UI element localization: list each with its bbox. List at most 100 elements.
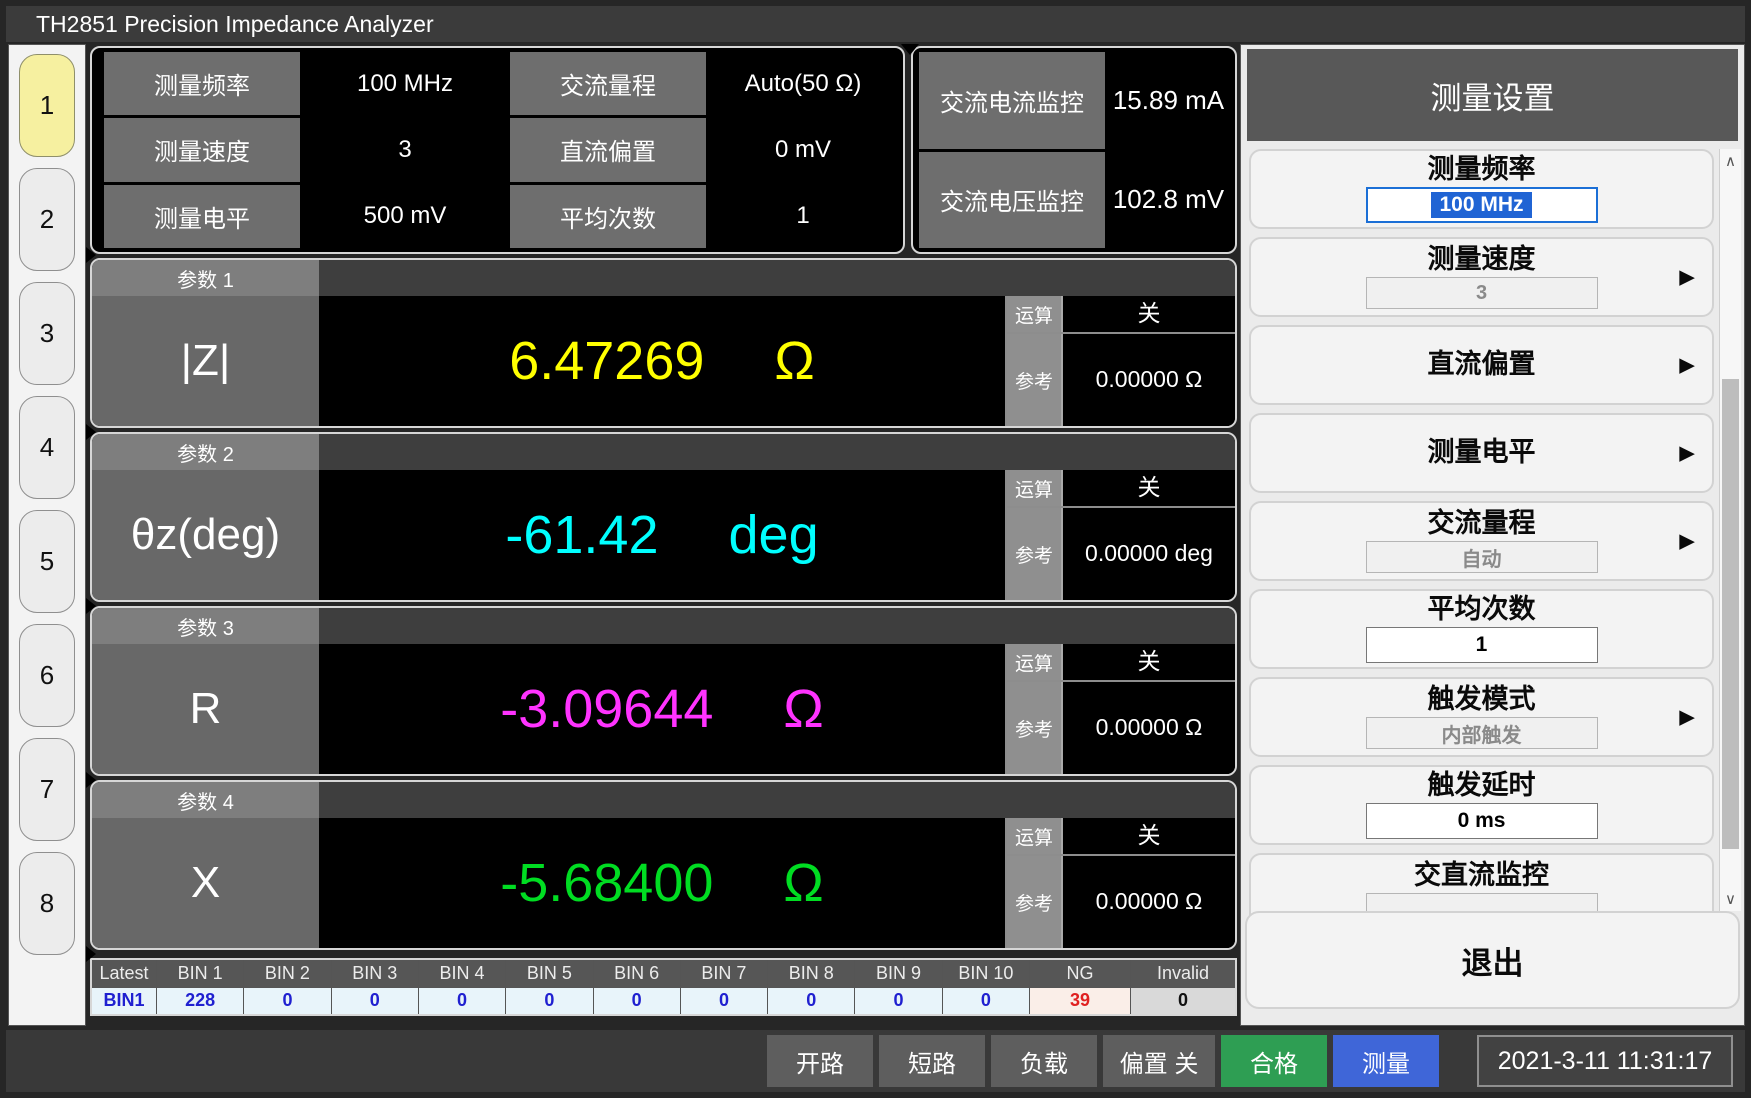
ac-range-value: 自动 xyxy=(1366,541,1598,573)
reference-label: 参考 xyxy=(1007,508,1063,600)
speed-value: 3 xyxy=(1366,277,1598,309)
bin-header-invalid: Invalid xyxy=(1131,960,1235,987)
button-label: 交流量程 xyxy=(1428,509,1536,539)
submenu-arrow-icon: ► xyxy=(1674,526,1700,557)
bin-header: Latest xyxy=(92,960,156,987)
operation-label: 运算 xyxy=(1007,296,1063,332)
parameter-head-strip xyxy=(319,608,1235,644)
average-count-input[interactable]: 1 xyxy=(1366,627,1598,663)
clock-display: 2021-3-11 11:31:17 xyxy=(1477,1035,1733,1087)
bin-header: BIN 9 xyxy=(855,960,941,987)
parameter-tag: 参数 2 xyxy=(92,434,319,470)
sidebar-button-dc-bias[interactable]: 直流偏置 ► xyxy=(1249,325,1714,405)
button-label: 测量速度 xyxy=(1428,245,1536,275)
panel-divider-triangle-icon xyxy=(901,44,919,55)
reference-label: 参考 xyxy=(1007,856,1063,948)
monitor-value: 15.89 mA xyxy=(1108,52,1229,149)
ac-monitor-panel: 交流电流监控 15.89 mA 交流电压监控 102.8 mV xyxy=(911,46,1237,254)
scroll-up-icon[interactable]: ∧ xyxy=(1720,149,1741,173)
parameter-unit: Ω xyxy=(774,330,814,392)
channel-tab-3[interactable]: 3 xyxy=(19,282,75,385)
setting-value: 0 mV xyxy=(709,118,897,181)
sidebar-button-ac-range[interactable]: 交流量程 自动 ► xyxy=(1249,501,1714,581)
parameter-reading: -61.42 deg xyxy=(319,470,1005,600)
channel-tab-4[interactable]: 4 xyxy=(19,396,75,499)
frequency-input[interactable]: 100 MHz xyxy=(1366,187,1598,223)
setting-value: 500 mV xyxy=(303,185,507,248)
sidebar-button-average-count[interactable]: 平均次数 1 xyxy=(1249,589,1714,669)
sidebar-button-measure-speed[interactable]: 测量速度 3 ► xyxy=(1249,237,1714,317)
channel-tab-7[interactable]: 7 xyxy=(19,738,75,841)
sidebar-button-measure-level[interactable]: 测量电平 ► xyxy=(1249,413,1714,493)
bin-count: 0 xyxy=(681,988,767,1015)
measure-status-badge[interactable]: 测量 xyxy=(1333,1035,1439,1087)
sidebar-button-measure-frequency[interactable]: 测量频率 100 MHz xyxy=(1249,149,1714,229)
title-bar: TH2851 Precision Impedance Analyzer xyxy=(6,6,1745,42)
setting-label: 交流量程 xyxy=(510,52,706,115)
sidebar-title: 测量设置 xyxy=(1247,49,1738,141)
bin-count: 0 xyxy=(594,988,680,1015)
parameter-head-strip xyxy=(319,782,1235,818)
scrollbar-thumb[interactable] xyxy=(1722,379,1739,849)
bin-invalid-count: 0 xyxy=(1131,988,1235,1015)
parameter-head-strip xyxy=(319,260,1235,296)
short-correction-button[interactable]: 短路 xyxy=(879,1035,985,1087)
parameter-unit: Ω xyxy=(783,852,823,914)
operation-label: 运算 xyxy=(1007,644,1063,680)
channel-tab-6[interactable]: 6 xyxy=(19,624,75,727)
trigger-delay-input[interactable]: 0 ms xyxy=(1366,803,1598,839)
reference-value: 0.00000 deg xyxy=(1063,508,1235,600)
exit-button[interactable]: 退出 xyxy=(1245,911,1740,1009)
submenu-arrow-icon: ► xyxy=(1674,350,1700,381)
setting-label: 平均次数 xyxy=(510,185,706,248)
bin-latest-value: BIN1 xyxy=(92,988,156,1015)
frequency-input-value: 100 MHz xyxy=(1431,192,1531,218)
parameter-value: 6.47269 xyxy=(509,330,704,392)
panel-gap-marker-icon xyxy=(86,247,96,263)
channel-tab-2[interactable]: 2 xyxy=(19,168,75,271)
button-label: 平均次数 xyxy=(1428,595,1536,625)
status-bar: 开路 短路 负载 偏置 关 合格 测量 2021-3-11 11:31:17 xyxy=(6,1030,1745,1092)
sidebar-scrollbar[interactable]: ∧ ∨ xyxy=(1719,149,1741,911)
reference-label: 参考 xyxy=(1007,334,1063,426)
pass-status-badge[interactable]: 合格 xyxy=(1221,1035,1327,1087)
bin-header: BIN 10 xyxy=(943,960,1029,987)
monitor-value: 102.8 mV xyxy=(1108,152,1229,249)
open-correction-button[interactable]: 开路 xyxy=(767,1035,873,1087)
reference-label: 参考 xyxy=(1007,682,1063,774)
parameter-unit: deg xyxy=(729,504,819,566)
sidebar-button-trigger-mode[interactable]: 触发模式 内部触发 ► xyxy=(1249,677,1714,757)
bin-header: BIN 3 xyxy=(332,960,418,987)
panel-gap-marker-icon xyxy=(86,946,96,962)
load-correction-button[interactable]: 负载 xyxy=(991,1035,1097,1087)
parameter-value: -3.09644 xyxy=(500,678,713,740)
setting-label: 测量电平 xyxy=(104,185,300,248)
sidebar-button-trigger-delay[interactable]: 触发延时 0 ms xyxy=(1249,765,1714,845)
parameter-name: R xyxy=(92,644,319,774)
channel-tab-1[interactable]: 1 xyxy=(19,54,75,157)
trigger-mode-value: 内部触发 xyxy=(1366,717,1598,749)
channel-tab-8[interactable]: 8 xyxy=(19,852,75,955)
setting-value: 100 MHz xyxy=(303,52,507,115)
bias-status-button[interactable]: 偏置 关 xyxy=(1103,1035,1215,1087)
measurement-settings-panel: 测量频率 100 MHz 交流量程 Auto(50 Ω) 测量速度 3 直流偏置… xyxy=(90,46,905,254)
setting-label: 直流偏置 xyxy=(510,118,706,181)
parameter-panel-1: 参数 1 |Z| 6.47269 Ω 运算 关 参考 0.00000 Ω xyxy=(90,258,1237,428)
bin-header: BIN 1 xyxy=(157,960,243,987)
operation-value: 关 xyxy=(1063,818,1235,854)
bin-header: BIN 4 xyxy=(419,960,505,987)
panel-gap-marker-icon xyxy=(86,598,96,614)
operation-label: 运算 xyxy=(1007,470,1063,506)
operation-label: 运算 xyxy=(1007,818,1063,854)
monitor-label: 交流电流监控 xyxy=(919,52,1105,149)
setting-value: 3 xyxy=(303,118,507,181)
operation-value: 关 xyxy=(1063,470,1235,506)
bin-header: BIN 2 xyxy=(244,960,330,987)
monitor-label: 交流电压监控 xyxy=(919,152,1105,249)
scroll-down-icon[interactable]: ∨ xyxy=(1720,887,1741,911)
submenu-arrow-icon: ► xyxy=(1674,262,1700,293)
channel-tab-5[interactable]: 5 xyxy=(19,510,75,613)
setting-label: 测量速度 xyxy=(104,118,300,181)
bin-header: BIN 7 xyxy=(681,960,767,987)
bin-count: 228 xyxy=(157,988,243,1015)
